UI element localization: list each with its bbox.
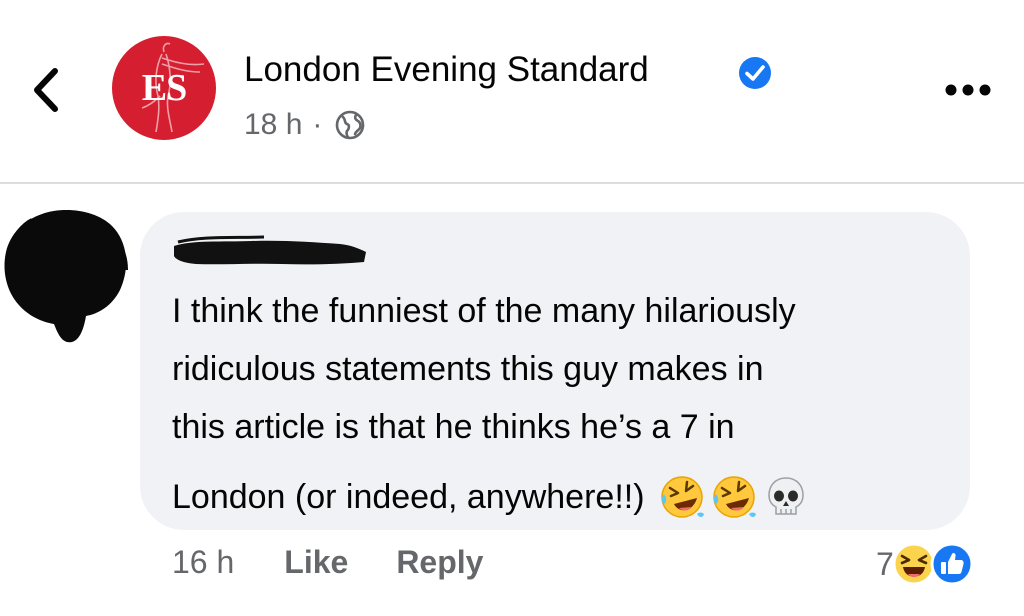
- comment-time[interactable]: 16 h: [172, 544, 234, 581]
- page-avatar-letters: ES: [141, 67, 187, 109]
- reaction-summary[interactable]: 7: [876, 540, 974, 588]
- comment-actions: 16 h Like Reply: [172, 544, 531, 581]
- page-name[interactable]: London Evening Standard: [244, 50, 649, 90]
- post-meta: 18 h ·: [244, 108, 366, 142]
- comment-line: this article is that he thinks he’s a 7 …: [172, 408, 735, 446]
- more-dots-icon: [945, 84, 991, 96]
- comment-text: I think the funniest of the many hilario…: [172, 282, 962, 534]
- commenter-avatar[interactable]: [2, 206, 130, 346]
- globe-icon: [336, 110, 365, 140]
- page-avatar[interactable]: ES: [112, 36, 216, 140]
- header-divider: [0, 182, 1024, 184]
- rolling-on-floor-laughing-icon: [660, 476, 704, 518]
- comment-line: ridiculous statements this guy makes in: [172, 350, 764, 388]
- like-button[interactable]: Like: [284, 544, 348, 581]
- post-header: ES London Evening Standard 18 h ·: [0, 0, 1024, 182]
- skull-icon: [767, 477, 804, 515]
- reply-button[interactable]: Reply: [396, 544, 483, 581]
- chevron-left-icon: [34, 68, 58, 112]
- back-button[interactable]: [22, 62, 70, 118]
- comment-line: London (or indeed, anywhere!!): [172, 478, 645, 516]
- more-options-button[interactable]: [940, 72, 996, 108]
- like-reaction-icon: [930, 542, 974, 586]
- verified-badge-icon: [739, 57, 771, 89]
- comment-line-with-emojis: London (or indeed, anywhere!!): [172, 460, 962, 534]
- comment-line: I think the funniest of the many hilario…: [172, 292, 796, 330]
- post-time[interactable]: 18 h: [244, 108, 302, 142]
- facebook-comment-view: ES London Evening Standard 18 h · I thin…: [0, 0, 1024, 616]
- rolling-on-floor-laughing-icon: [712, 476, 756, 518]
- meta-separator: ·: [312, 108, 323, 141]
- commenter-name-redacted[interactable]: [172, 232, 368, 268]
